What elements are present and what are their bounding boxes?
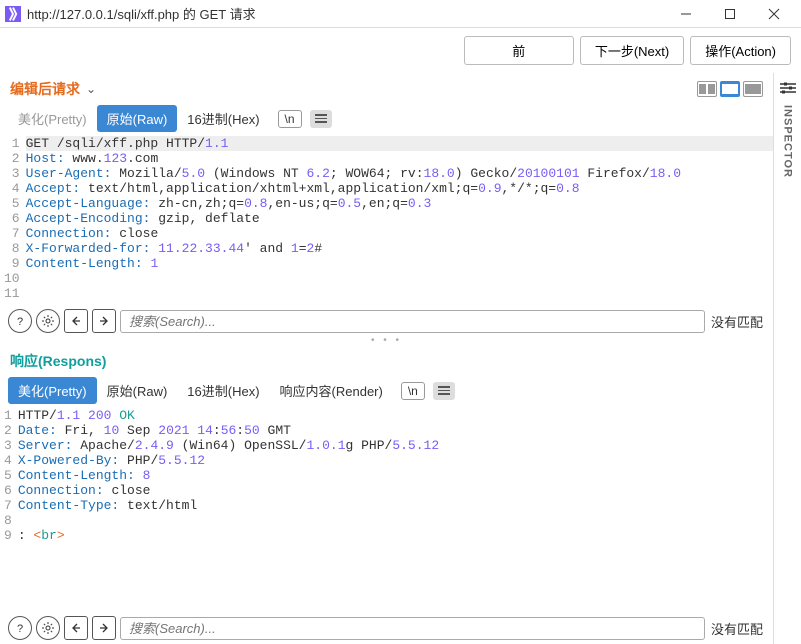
action-bar: 前 下一步(Next) 操作(Action) (0, 28, 801, 73)
request-tabs: 美化(Pretty) 原始(Raw) 16进制(Hex) \n (0, 105, 773, 132)
response-no-match: 没有匹配 (709, 619, 765, 638)
titlebar: http://127.0.0.1/sqli/xff.php 的 GET 请求 (0, 0, 801, 28)
response-search-input[interactable] (120, 617, 705, 640)
svg-text:?: ? (17, 316, 23, 328)
request-editor[interactable]: 1234567891011 GET /sqli/xff.php HTTP/1.1… (0, 132, 773, 305)
request-title: 编辑后请求 (10, 79, 80, 99)
action-button[interactable]: 操作(Action) (690, 36, 791, 65)
hamburger-icon[interactable] (310, 110, 332, 128)
tab-pretty[interactable]: 美化(Pretty) (8, 105, 97, 132)
response-title: 响应(Respons) (10, 351, 106, 371)
tab-hex[interactable]: 16进制(Hex) (177, 377, 269, 404)
app-icon (5, 6, 21, 22)
svg-text:?: ? (17, 623, 23, 635)
tab-render[interactable]: 响应内容(Render) (270, 377, 393, 404)
pane-divider[interactable]: • • • (0, 337, 773, 345)
gear-icon[interactable] (36, 309, 60, 333)
view-split-icon[interactable] (720, 81, 740, 97)
response-tabs: 美化(Pretty) 原始(Raw) 16进制(Hex) 响应内容(Render… (0, 377, 773, 404)
inspector-label: INSPECTOR (782, 105, 794, 178)
help-icon[interactable]: ? (8, 616, 32, 640)
window-title: http://127.0.0.1/sqli/xff.php 的 GET 请求 (25, 4, 664, 23)
inspector-toggle-icon[interactable] (779, 81, 797, 95)
chevron-down-icon[interactable]: ⌄ (86, 82, 96, 96)
arrow-right-icon[interactable] (92, 309, 116, 333)
next-button[interactable]: 下一步(Next) (580, 36, 684, 65)
hamburger-icon[interactable] (433, 382, 455, 400)
tab-raw[interactable]: 原始(Raw) (97, 377, 178, 404)
arrow-left-icon[interactable] (64, 616, 88, 640)
back-button[interactable]: 前 (464, 36, 574, 65)
gear-icon[interactable] (36, 616, 60, 640)
request-pane: 编辑后请求 ⌄ 美化(Pretty) 原始(Raw) 16进制(Hex) \n … (0, 73, 773, 337)
tab-pretty[interactable]: 美化(Pretty) (8, 377, 97, 404)
tab-hex[interactable]: 16进制(Hex) (177, 105, 269, 132)
response-pane: 响应(Respons) 美化(Pretty) 原始(Raw) 16进制(Hex)… (0, 345, 773, 644)
inspector-sidebar: INSPECTOR (773, 73, 801, 644)
arrow-left-icon[interactable] (64, 309, 88, 333)
newline-toggle[interactable]: \n (278, 110, 302, 128)
response-editor[interactable]: 123456789 HTTP/1.1 200 OKDate: Fri, 10 S… (0, 404, 773, 612)
help-icon[interactable]: ? (8, 309, 32, 333)
newline-toggle[interactable]: \n (401, 382, 425, 400)
request-search-input[interactable] (120, 310, 705, 333)
minimize-button[interactable] (664, 1, 708, 27)
maximize-button[interactable] (708, 1, 752, 27)
close-button[interactable] (752, 1, 796, 27)
request-no-match: 没有匹配 (709, 312, 765, 331)
view-columns-icon[interactable] (697, 81, 717, 97)
view-single-icon[interactable] (743, 81, 763, 97)
arrow-right-icon[interactable] (92, 616, 116, 640)
tab-raw[interactable]: 原始(Raw) (97, 105, 178, 132)
